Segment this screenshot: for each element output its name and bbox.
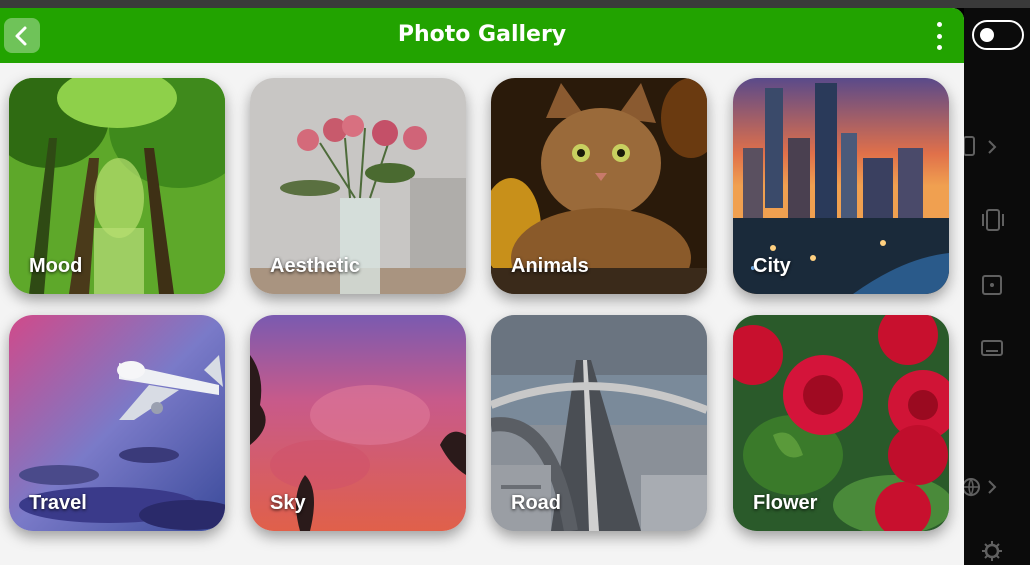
category-card-sky[interactable]: Sky — [250, 315, 466, 531]
card-label: Sky — [270, 492, 306, 514]
system-top-strip — [0, 0, 1030, 8]
overflow-menu-button[interactable] — [928, 22, 950, 50]
toggle-knob — [980, 28, 994, 42]
category-card-aesthetic[interactable]: Aesthetic — [250, 78, 466, 294]
page-title: Photo Gallery — [397, 22, 567, 47]
card-label: City — [753, 255, 791, 277]
theme-toggle[interactable] — [972, 20, 1024, 50]
card-label: Travel — [29, 492, 87, 514]
category-card-travel[interactable]: Travel — [9, 315, 225, 531]
category-card-road[interactable]: Road — [491, 315, 707, 531]
category-card-city[interactable]: City — [733, 78, 949, 294]
card-label: Animals — [511, 255, 589, 277]
card-label: Mood — [29, 255, 83, 277]
app-window: Photo Gallery Mood Aesthetic Animals Cit… — [0, 8, 964, 565]
card-label: Flower — [753, 492, 818, 514]
card-label: Road — [511, 492, 561, 514]
app-bar: Photo Gallery — [0, 8, 964, 63]
category-card-flower[interactable]: Flower — [733, 315, 949, 531]
device-side-panel — [964, 8, 1030, 565]
phone-icon[interactable] — [964, 136, 1004, 158]
settings-icon[interactable] — [981, 540, 1003, 562]
more-vertical-icon — [936, 22, 942, 27]
globe-icon[interactable] — [964, 476, 1004, 498]
category-grid: Mood Aesthetic Animals City Travel Sky R… — [9, 78, 949, 532]
category-card-animals[interactable]: Animals — [491, 78, 707, 294]
card-label: Aesthetic — [270, 255, 361, 277]
focus-icon[interactable] — [982, 275, 1002, 295]
category-card-mood[interactable]: Mood — [9, 78, 225, 294]
vibrate-icon[interactable] — [980, 208, 1006, 232]
keyboard-icon[interactable] — [981, 340, 1003, 356]
